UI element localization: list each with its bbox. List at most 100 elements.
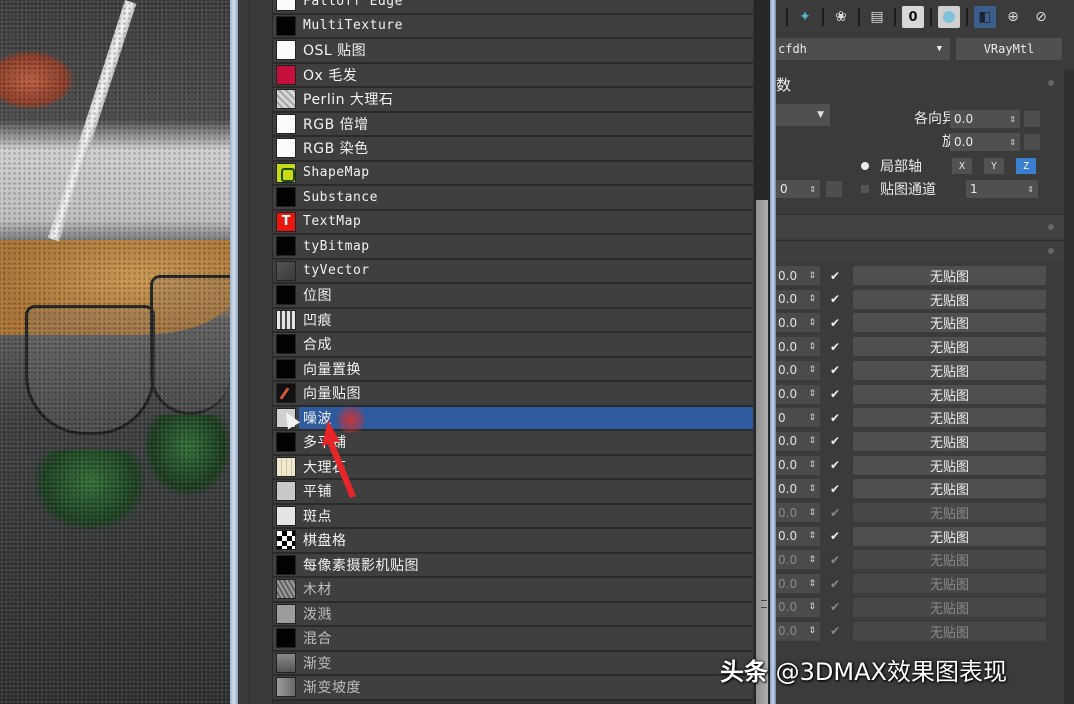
- map-amount-spinner[interactable]: 0.0 ⇕: [776, 597, 820, 617]
- spinner-arrows-icon[interactable]: ⇕: [808, 460, 816, 470]
- magnify-icon[interactable]: ⊕: [1002, 6, 1024, 28]
- anisotropy-map-button[interactable]: [1024, 111, 1040, 127]
- map-enabled-checkbox[interactable]: ✔: [826, 269, 844, 283]
- map-enabled-checkbox[interactable]: ✔: [826, 411, 844, 425]
- map-list-item[interactable]: 渐变坡度: [273, 676, 753, 701]
- map-channel-radio[interactable]: [861, 185, 869, 193]
- map-amount-spinner[interactable]: 0.0 ⇕: [776, 574, 820, 594]
- map-list-item[interactable]: tyBitmap: [273, 235, 753, 260]
- map-slot-button[interactable]: 无贴图: [853, 266, 1046, 285]
- map-slot-button[interactable]: 无贴图: [853, 455, 1046, 475]
- anisotropy-spinner[interactable]: 0.0 ⇕: [950, 110, 1020, 128]
- map-amount-spinner[interactable]: 0.0 ⇕: [776, 337, 820, 357]
- map-slot-button[interactable]: 无贴图: [853, 597, 1046, 617]
- map-list-item[interactable]: T TextMap: [273, 210, 753, 235]
- material-id-icon[interactable]: 0: [902, 6, 924, 28]
- map-list-item[interactable]: Substance: [273, 186, 753, 211]
- map-amount-spinner[interactable]: 0.0 ⇕: [776, 621, 820, 641]
- map-enabled-checkbox[interactable]: ✔: [826, 506, 844, 520]
- map-slot-button[interactable]: 无贴图: [853, 621, 1046, 641]
- map-slot-button[interactable]: 无贴图: [853, 526, 1046, 546]
- map-amount-spinner[interactable]: 0.0 ⇕: [776, 313, 820, 333]
- map-slot-button[interactable]: 无贴图: [853, 550, 1046, 570]
- map-slot-button[interactable]: 无贴图: [853, 384, 1046, 404]
- map-slot-button[interactable]: 无贴图: [853, 503, 1046, 522]
- map-list-item[interactable]: 向量贴图: [273, 382, 753, 407]
- left-map-button[interactable]: [826, 181, 842, 197]
- axis-x-button[interactable]: X: [952, 158, 972, 174]
- map-list-item[interactable]: 混合: [273, 627, 753, 652]
- map-slot-button[interactable]: 无贴图: [853, 431, 1046, 451]
- map-amount-spinner[interactable]: 0.0 ⇕: [776, 360, 820, 380]
- spinner-arrows-icon[interactable]: ⇕: [808, 365, 816, 375]
- map-enabled-checkbox[interactable]: ✔: [826, 529, 844, 543]
- map-list-item[interactable]: 每像素摄影机贴图: [273, 553, 753, 578]
- scrollbar-thumb[interactable]: [756, 200, 768, 704]
- type-dropdown[interactable]: ▼: [776, 104, 830, 126]
- map-enabled-checkbox[interactable]: ✔: [826, 292, 844, 306]
- spinner-arrows-icon[interactable]: ⇕: [808, 484, 816, 494]
- map-slot-button[interactable]: 无贴图: [853, 574, 1046, 594]
- spinner-arrows-icon[interactable]: ⇕: [808, 508, 816, 518]
- map-enabled-checkbox[interactable]: ✔: [826, 624, 844, 638]
- map-enabled-checkbox[interactable]: ✔: [826, 434, 844, 448]
- spinner-arrows-icon[interactable]: ⇕: [808, 389, 816, 399]
- map-enabled-checkbox[interactable]: ✔: [826, 600, 844, 614]
- map-list-scrollbar[interactable]: [754, 0, 770, 704]
- viewport-scrollbar[interactable]: [230, 0, 238, 704]
- clipboard-icon[interactable]: ▤: [866, 6, 888, 28]
- map-list-item[interactable]: OSL 贴图: [273, 39, 753, 64]
- material-type-button[interactable]: VRayMtl: [956, 38, 1062, 60]
- spinner-arrows-icon[interactable]: ⇕: [808, 602, 816, 612]
- map-amount-spinner[interactable]: 0.0 ⇕: [776, 384, 820, 404]
- map-enabled-checkbox[interactable]: ✔: [826, 482, 844, 496]
- map-amount-spinner[interactable]: 0.0 ⇕: [776, 431, 820, 451]
- map-enabled-checkbox[interactable]: ✔: [826, 387, 844, 401]
- axis-z-button[interactable]: Z: [1016, 158, 1036, 174]
- spinner-arrows-icon[interactable]: ⇕: [808, 413, 816, 423]
- maps-rollout-header[interactable]: [776, 240, 1064, 262]
- map-list-item[interactable]: 棋盘格: [273, 529, 753, 554]
- map-slot-button[interactable]: 无贴图: [853, 479, 1046, 499]
- spinner-arrows-icon[interactable]: ⇕: [808, 555, 816, 565]
- rollout-title[interactable]: 数: [776, 74, 791, 95]
- map-amount-spinner[interactable]: 0.0 ⇕: [776, 289, 820, 309]
- map-list-item[interactable]: 凹痕: [273, 308, 753, 333]
- spinner-arrows-icon[interactable]: ⇕: [808, 436, 816, 446]
- map-slot-button[interactable]: 无贴图: [853, 337, 1046, 357]
- map-list-item[interactable]: Ox 毛发: [273, 63, 753, 88]
- map-list-item[interactable]: 木材: [273, 578, 753, 603]
- map-enabled-checkbox[interactable]: ✔: [826, 340, 844, 354]
- spinner-arrows-icon[interactable]: ⇕: [808, 318, 816, 328]
- map-amount-spinner[interactable]: 0.0 ⇕: [776, 479, 820, 499]
- map-enabled-checkbox[interactable]: ✔: [826, 316, 844, 330]
- pick-icon[interactable]: ⊘: [1030, 6, 1052, 28]
- spinner-arrows-icon[interactable]: ⇕: [808, 294, 816, 304]
- map-list-item[interactable]: Falloff Edge: [273, 0, 753, 15]
- spinner-arrows-icon[interactable]: ⇕: [808, 626, 816, 636]
- axis-y-button[interactable]: Y: [984, 158, 1004, 174]
- map-enabled-checkbox[interactable]: ✔: [826, 553, 844, 567]
- map-list-item[interactable]: 斑点: [273, 504, 753, 529]
- map-amount-spinner[interactable]: 0.0 ⇕: [776, 503, 820, 522]
- map-amount-spinner[interactable]: 0.0 ⇕: [776, 526, 820, 546]
- map-slot-button[interactable]: 无贴图: [853, 289, 1046, 309]
- left-spinner[interactable]: 0 ⇕: [776, 180, 820, 198]
- local-axis-radio[interactable]: [861, 162, 869, 170]
- map-list-item[interactable]: RGB 倍增: [273, 112, 753, 137]
- map-list-item[interactable]: RGB 染色: [273, 137, 753, 162]
- panel-scrollbar[interactable]: [1064, 70, 1074, 704]
- map-amount-spinner[interactable]: 0.0 ⇕: [776, 455, 820, 475]
- map-enabled-checkbox[interactable]: ✔: [826, 458, 844, 472]
- collapsed-rollout[interactable]: [776, 214, 1064, 238]
- map-amount-spinner[interactable]: 0.0 ⇕: [776, 550, 820, 570]
- map-list-item[interactable]: 渐变: [273, 651, 753, 676]
- spinner-arrows-icon[interactable]: ⇕: [808, 579, 816, 589]
- rotation-spinner[interactable]: 0.0 ⇕: [950, 133, 1020, 151]
- show-map-icon[interactable]: [938, 6, 960, 28]
- spinner-arrows-icon[interactable]: ⇕: [808, 531, 816, 541]
- rotation-map-button[interactable]: [1024, 134, 1040, 150]
- map-enabled-checkbox[interactable]: ✔: [826, 363, 844, 377]
- map-list-item[interactable]: tyVector: [273, 259, 753, 284]
- map-list-item[interactable]: 向量置换: [273, 357, 753, 382]
